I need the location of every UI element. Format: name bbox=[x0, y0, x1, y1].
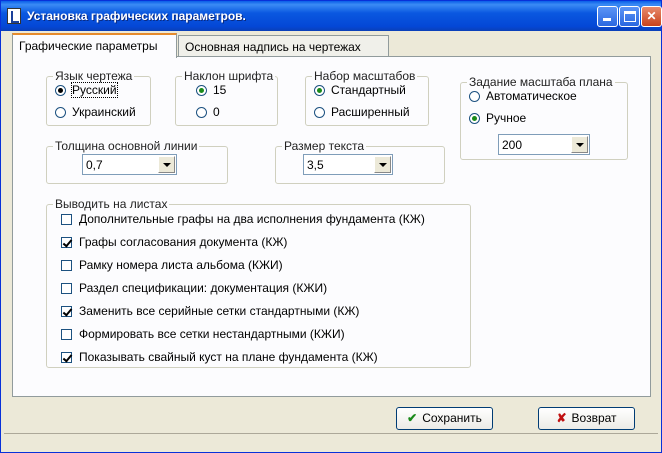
save-button[interactable]: ✔ Сохранить bbox=[396, 407, 493, 430]
radio-dot bbox=[55, 85, 66, 96]
checkbox-box bbox=[61, 352, 72, 363]
scales-group: Набор масштабов Стандартный Расширенный bbox=[305, 69, 429, 126]
radio-label: Расширенный bbox=[331, 105, 410, 119]
output-checkbox-replace-grids[interactable]: Заменить все серийные сетки стандартными… bbox=[61, 304, 359, 318]
text-size-group: Размер текста 3,5 bbox=[275, 139, 445, 184]
radio-label: Русский bbox=[71, 82, 118, 98]
checkbox-box bbox=[61, 329, 72, 340]
cancel-button[interactable]: ✘ Возврат bbox=[538, 407, 635, 430]
scales-standard-radio[interactable]: Стандартный bbox=[314, 83, 406, 97]
radio-label: Автоматическое bbox=[486, 89, 577, 103]
plan-scale-manual-radio[interactable]: Ручное bbox=[469, 111, 526, 125]
title-bar[interactable]: Установка графических параметров. ✕ bbox=[1, 1, 662, 31]
window-title: Установка графических параметров. bbox=[27, 9, 246, 23]
radio-dot bbox=[55, 107, 66, 118]
radio-label: 15 bbox=[213, 83, 227, 97]
radio-dot bbox=[469, 113, 480, 124]
checkbox-box bbox=[61, 260, 72, 271]
output-legend: Выводить на листах bbox=[53, 197, 170, 211]
cancel-label: Возврат bbox=[571, 411, 617, 425]
output-checkbox-foundation-columns[interactable]: Дополнительные графы на два исполнения ф… bbox=[61, 212, 425, 226]
output-checkbox-pile-cluster[interactable]: Показывать свайный куст на плане фундаме… bbox=[61, 350, 378, 364]
slant-15-radio[interactable]: 15 bbox=[196, 83, 226, 97]
line-width-select[interactable]: 0,7 bbox=[82, 154, 177, 175]
maximize-button[interactable] bbox=[619, 6, 640, 27]
close-button[interactable]: ✕ bbox=[641, 6, 662, 27]
tab-title-block[interactable]: Основная надпись на чертежах bbox=[178, 35, 389, 57]
radio-label: Стандартный bbox=[331, 83, 406, 97]
chevron-down-icon[interactable] bbox=[374, 156, 391, 173]
checkbox-label: Раздел спецификации: документация (КЖИ) bbox=[79, 281, 328, 295]
slant-legend: Наклон шрифта bbox=[182, 69, 276, 83]
checkbox-label: Графы согласования документа (КЖ) bbox=[79, 235, 288, 249]
chevron-down-icon[interactable] bbox=[158, 156, 175, 173]
line-width-legend: Толщина основной линии bbox=[53, 139, 200, 153]
checkbox-label: Рамку номера листа альбома (КЖИ) bbox=[79, 258, 283, 272]
radio-dot bbox=[314, 107, 325, 118]
tab-graphic-params[interactable]: Графические параметры bbox=[12, 33, 177, 58]
slant-0-radio[interactable]: 0 bbox=[196, 105, 220, 119]
radio-label: Украинский bbox=[72, 105, 136, 119]
status-bar bbox=[4, 433, 658, 447]
scales-legend: Набор масштабов bbox=[312, 69, 418, 83]
language-group: Язык чертежа Русский Украинский bbox=[46, 69, 151, 126]
checkbox-box bbox=[61, 283, 72, 294]
radio-label: Ручное bbox=[486, 111, 527, 125]
output-checkbox-approval-columns[interactable]: Графы согласования документа (КЖ) bbox=[61, 235, 287, 249]
plan-scale-select[interactable]: 200 bbox=[498, 134, 590, 155]
checkbox-label: Формировать все сетки нестандартными (КЖ… bbox=[79, 327, 345, 341]
minimize-icon bbox=[603, 18, 611, 21]
select-value: 3,5 bbox=[307, 158, 324, 172]
slant-group: Наклон шрифта 15 0 bbox=[175, 69, 278, 126]
text-size-select[interactable]: 3,5 bbox=[303, 154, 393, 175]
app-icon bbox=[7, 8, 21, 24]
output-checkbox-spec-section[interactable]: Раздел спецификации: документация (КЖИ) bbox=[61, 281, 327, 295]
radio-dot bbox=[196, 85, 207, 96]
checkbox-label: Показывать свайный куст на плане фундаме… bbox=[79, 350, 378, 364]
radio-label: 0 bbox=[213, 105, 220, 119]
output-checkbox-nonstandard-grids[interactable]: Формировать все сетки нестандартными (КЖ… bbox=[61, 327, 345, 341]
output-group: Выводить на листах Дополнительные графы … bbox=[46, 197, 471, 368]
checkbox-label: Заменить все серийные сетки стандартными… bbox=[79, 304, 360, 318]
checkmark-icon: ✔ bbox=[407, 411, 418, 425]
scales-extended-radio[interactable]: Расширенный bbox=[314, 105, 410, 119]
language-ukrainian-radio[interactable]: Украинский bbox=[55, 105, 136, 119]
tab-panel: Язык чертежа Русский Украинский Наклон ш… bbox=[12, 56, 651, 397]
radio-dot bbox=[196, 107, 207, 118]
plan-scale-auto-radio[interactable]: Автоматическое bbox=[469, 89, 577, 103]
tab-label: Графические параметры bbox=[19, 39, 158, 53]
tab-label: Основная надпись на чертежах bbox=[185, 40, 361, 54]
select-value: 0,7 bbox=[86, 158, 103, 172]
close-icon: ✕ bbox=[646, 9, 657, 23]
maximize-icon bbox=[624, 11, 636, 22]
select-value: 200 bbox=[502, 138, 523, 152]
radio-dot bbox=[314, 85, 325, 96]
language-russian-radio[interactable]: Русский bbox=[55, 82, 118, 98]
output-checkbox-album-frame[interactable]: Рамку номера листа альбома (КЖИ) bbox=[61, 258, 283, 272]
chevron-down-icon[interactable] bbox=[571, 136, 588, 153]
cross-icon: ✘ bbox=[556, 411, 567, 425]
text-size-legend: Размер текста bbox=[282, 139, 367, 153]
radio-dot bbox=[469, 91, 480, 102]
plan-scale-group: Задание масштаба плана Автоматическое Ру… bbox=[460, 75, 628, 160]
checkbox-label: Дополнительные графы на два исполнения ф… bbox=[79, 212, 425, 226]
minimize-button[interactable] bbox=[597, 6, 618, 27]
checkbox-box bbox=[61, 214, 72, 225]
dialog-window: Установка графических параметров. ✕ Граф… bbox=[0, 0, 662, 453]
plan-scale-legend: Задание масштаба плана bbox=[467, 75, 615, 89]
checkbox-box bbox=[61, 237, 72, 248]
line-width-group: Толщина основной линии 0,7 bbox=[46, 139, 228, 184]
checkbox-box bbox=[61, 306, 72, 317]
save-label: Сохранить bbox=[422, 411, 482, 425]
language-legend: Язык чертежа bbox=[53, 69, 135, 83]
